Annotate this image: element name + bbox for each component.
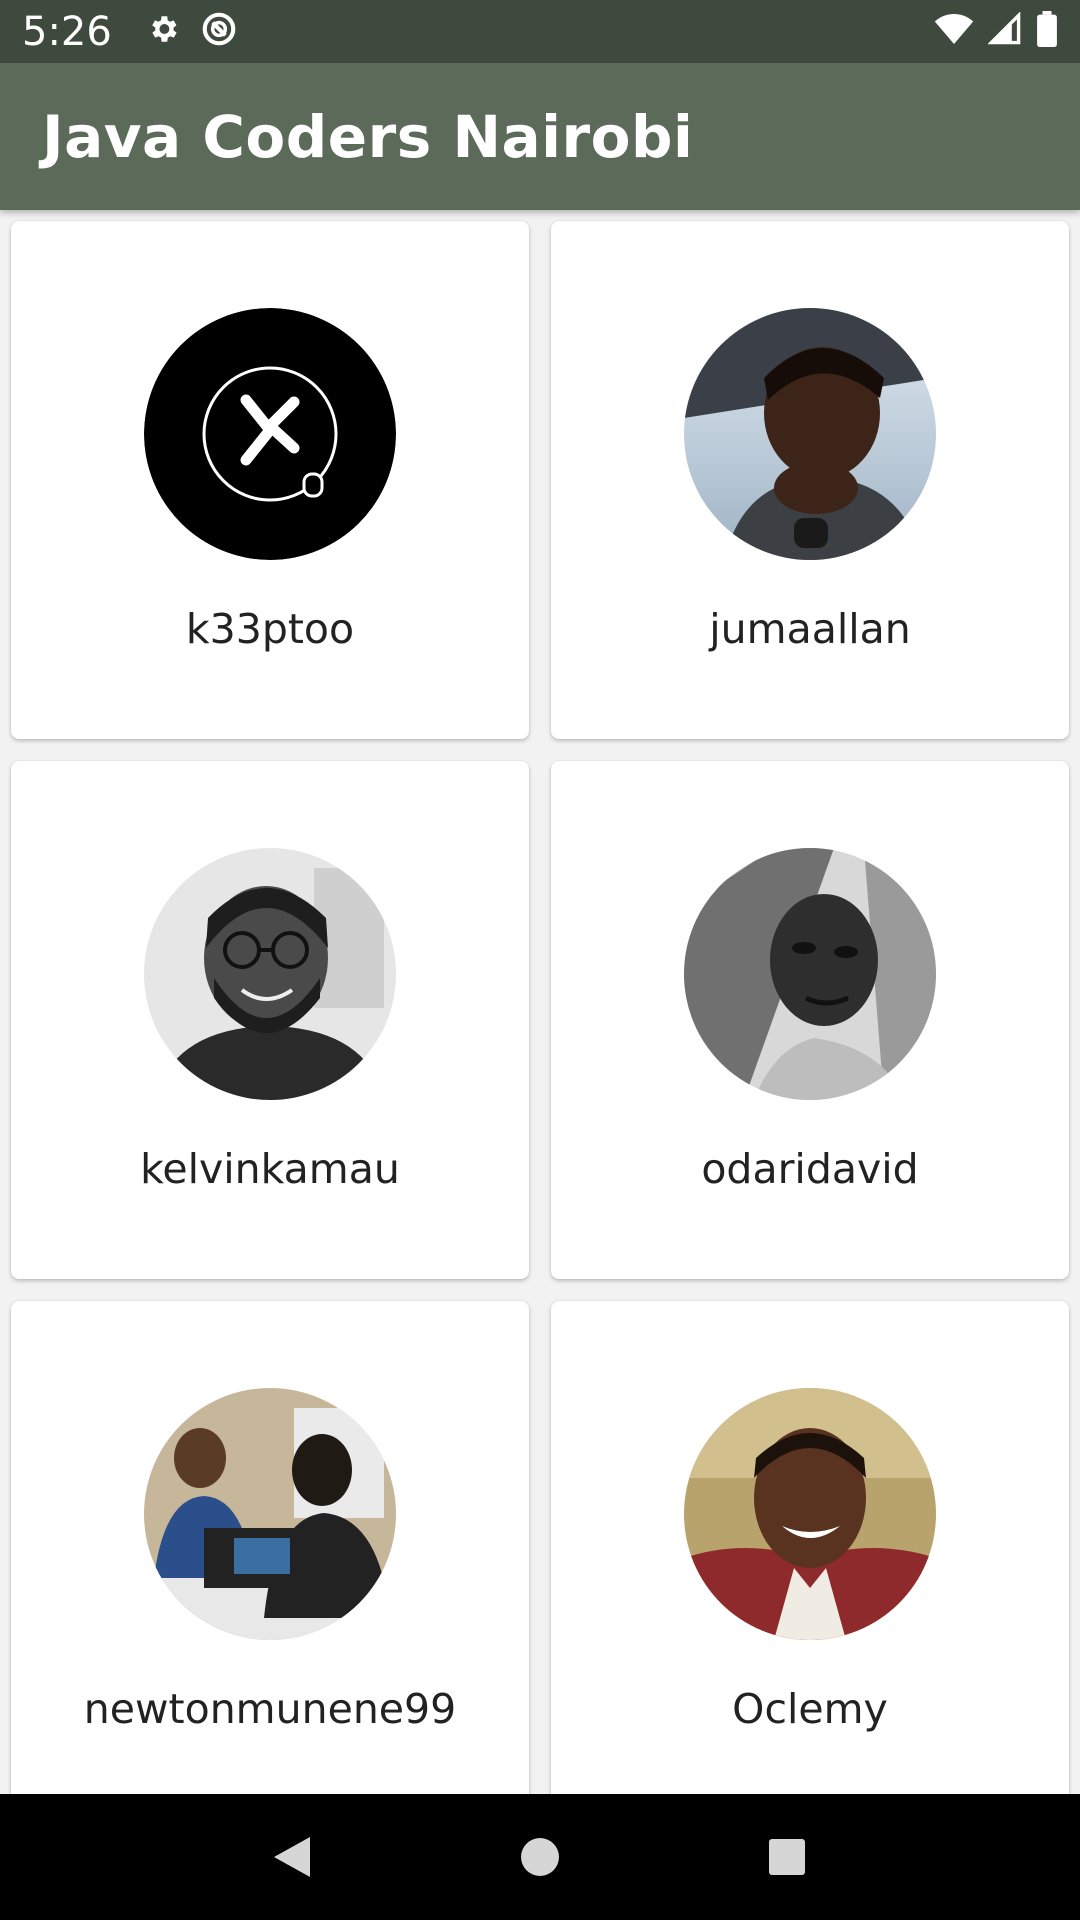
- user-avatar: [144, 1388, 396, 1640]
- user-card[interactable]: newtonmunene99: [11, 1301, 529, 1794]
- recents-icon: [768, 1839, 805, 1875]
- user-avatar: [144, 848, 396, 1100]
- user-avatar: [684, 1388, 936, 1640]
- status-time: 5:26: [22, 8, 112, 55]
- back-icon: [274, 1837, 311, 1877]
- user-name: newtonmunene99: [83, 1685, 457, 1733]
- wifi-icon: [934, 12, 974, 51]
- user-avatar: [684, 308, 936, 560]
- user-name: k33ptoo: [185, 605, 355, 653]
- app-bar: Java Coders Nairobi: [0, 63, 1080, 210]
- user-avatar: [144, 308, 396, 560]
- navigation-bar: [0, 1794, 1080, 1920]
- battery-icon: [1036, 11, 1058, 52]
- status-bar: 5:26: [0, 0, 1080, 63]
- user-card[interactable]: kelvinkamau: [11, 761, 529, 1279]
- user-card[interactable]: jumaallan: [551, 221, 1069, 739]
- recents-button[interactable]: [747, 1817, 827, 1897]
- user-card[interactable]: k33ptoo: [11, 221, 529, 739]
- no-sync-icon: [200, 10, 238, 53]
- user-name: kelvinkamau: [140, 1145, 400, 1193]
- user-card[interactable]: odaridavid: [551, 761, 1069, 1279]
- cellular-signal-icon: [987, 11, 1022, 51]
- user-name: jumaallan: [709, 605, 911, 653]
- user-grid[interactable]: k33ptoo jumaallan kelvinkamau odaridavid…: [0, 210, 1080, 1794]
- home-button[interactable]: [500, 1817, 580, 1897]
- user-avatar: [684, 848, 936, 1100]
- back-button[interactable]: [253, 1817, 333, 1897]
- user-card[interactable]: Oclemy: [551, 1301, 1069, 1794]
- home-icon: [520, 1838, 559, 1876]
- gear-icon: [146, 12, 180, 51]
- app-title: Java Coders Nairobi: [42, 102, 694, 171]
- user-name: Oclemy: [732, 1685, 888, 1733]
- user-name: odaridavid: [701, 1145, 919, 1193]
